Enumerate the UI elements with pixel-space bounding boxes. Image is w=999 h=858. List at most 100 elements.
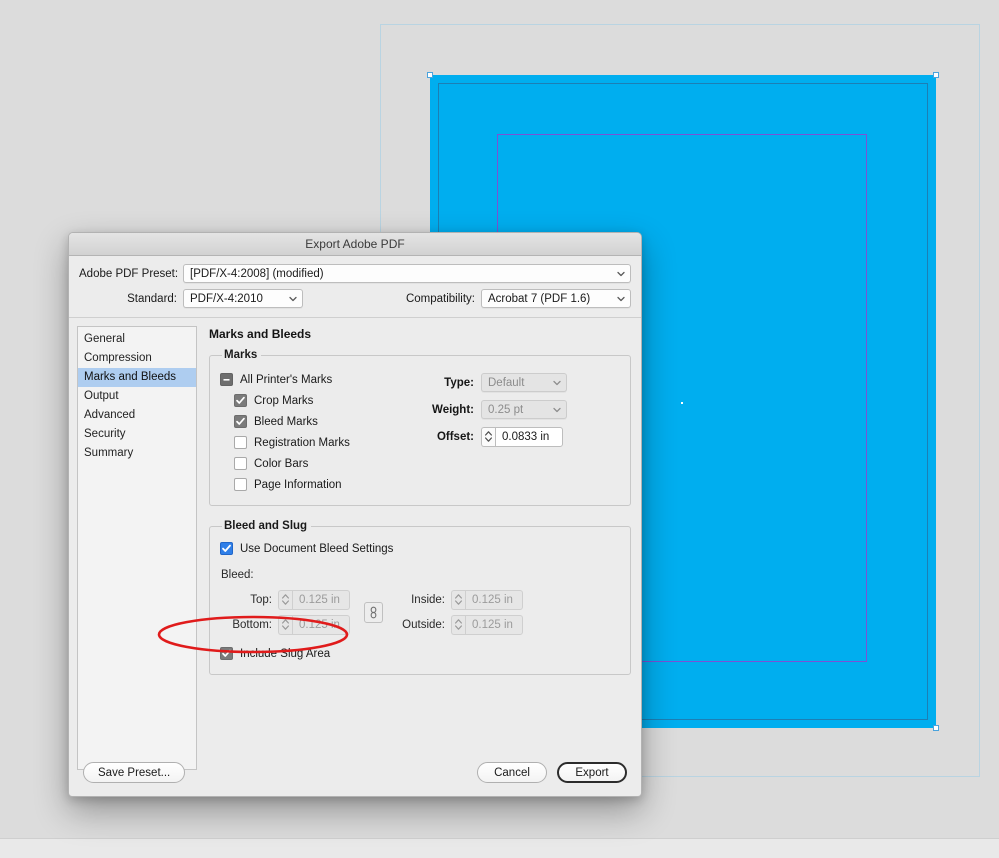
type-label: Type: bbox=[420, 377, 474, 389]
selection-handle-bottom-right[interactable] bbox=[933, 725, 939, 731]
checkbox-checked-icon[interactable] bbox=[234, 394, 247, 407]
panel-title: Marks and Bleeds bbox=[209, 327, 631, 341]
checkbox-label-registration-marks: Registration Marks bbox=[254, 437, 350, 449]
bleed-and-slug-group: Bleed and Slug Use Document Bleed Settin… bbox=[209, 520, 631, 675]
bleed-bottom-field[interactable]: 0.125 in bbox=[278, 615, 350, 635]
weight-row: Weight: 0.25 pt bbox=[420, 396, 620, 423]
footer-button-group: Cancel Export bbox=[477, 762, 627, 783]
stepper-arrows-icon[interactable] bbox=[451, 590, 465, 610]
marks-type-select[interactable]: Default bbox=[481, 373, 567, 392]
marks-offset-field[interactable]: 0.0833 in bbox=[481, 427, 563, 447]
bleed-outside-field[interactable]: 0.125 in bbox=[451, 615, 523, 635]
checkbox-label-use-document-bleed-settings: Use Document Bleed Settings bbox=[240, 543, 393, 555]
dialog-body: General Compression Marks and Bleeds Out… bbox=[69, 318, 641, 770]
bleed-and-slug-legend: Bleed and Slug bbox=[222, 520, 311, 532]
checkbox-checked-icon[interactable] bbox=[220, 647, 233, 660]
bleed-bottom-label: Bottom: bbox=[220, 619, 272, 631]
stepper-arrows-icon[interactable] bbox=[278, 590, 292, 610]
checkbox-row-page-information[interactable]: Page Information bbox=[220, 474, 420, 495]
marks-group: Marks All Printer's Marks bbox=[209, 349, 631, 506]
checkbox-row-bleed-marks[interactable]: Bleed Marks bbox=[220, 411, 420, 432]
bleed-top-input[interactable]: 0.125 in bbox=[292, 590, 350, 610]
bleed-inside-label: Inside: bbox=[389, 594, 445, 606]
bleed-top-row: Top: 0.125 in bbox=[220, 587, 350, 612]
sidebar-item-compression[interactable]: Compression bbox=[78, 349, 196, 368]
checkbox-mixed-icon[interactable] bbox=[220, 373, 233, 386]
preset-label: Adobe PDF Preset: bbox=[79, 268, 177, 280]
checkbox-unchecked-icon[interactable] bbox=[234, 436, 247, 449]
stepper-arrows-icon[interactable] bbox=[451, 615, 465, 635]
sidebar-item-summary[interactable]: Summary bbox=[78, 444, 196, 463]
weight-label: Weight: bbox=[420, 404, 474, 416]
marks-weight-value: 0.25 pt bbox=[488, 404, 523, 416]
application-status-bar bbox=[0, 838, 999, 858]
checkbox-row-registration-marks[interactable]: Registration Marks bbox=[220, 432, 420, 453]
checkbox-label-bleed-marks: Bleed Marks bbox=[254, 416, 318, 428]
checkbox-checked-icon[interactable] bbox=[220, 542, 233, 555]
sidebar-item-advanced[interactable]: Advanced bbox=[78, 406, 196, 425]
bleed-section-label: Bleed: bbox=[221, 569, 620, 581]
chevron-down-icon bbox=[552, 405, 561, 414]
checkbox-row-use-document-bleed-settings[interactable]: Use Document Bleed Settings bbox=[220, 538, 620, 559]
checkbox-unchecked-icon[interactable] bbox=[234, 478, 247, 491]
settings-panel: Marks and Bleeds Marks All Printer's Mar… bbox=[197, 326, 631, 770]
bleed-inside-field[interactable]: 0.125 in bbox=[451, 590, 523, 610]
checkbox-label-page-information: Page Information bbox=[254, 479, 342, 491]
selection-handle-top-right[interactable] bbox=[933, 72, 939, 78]
dialog-title: Export Adobe PDF bbox=[305, 237, 404, 251]
chevron-down-icon bbox=[288, 294, 297, 303]
stepper-arrows-icon[interactable] bbox=[278, 615, 292, 635]
checkbox-row-crop-marks[interactable]: Crop Marks bbox=[220, 390, 420, 411]
standard-label: Standard: bbox=[79, 293, 177, 305]
checkbox-label-color-bars: Color Bars bbox=[254, 458, 308, 470]
compatibility-label: Compatibility: bbox=[406, 293, 475, 305]
bleed-top-field[interactable]: 0.125 in bbox=[278, 590, 350, 610]
dialog-title-bar[interactable]: Export Adobe PDF bbox=[69, 233, 641, 256]
export-button[interactable]: Export bbox=[557, 762, 627, 783]
checkbox-row-color-bars[interactable]: Color Bars bbox=[220, 453, 420, 474]
offset-label: Offset: bbox=[420, 431, 474, 443]
preset-section: Adobe PDF Preset: [PDF/X-4:2008] (modifi… bbox=[69, 256, 641, 318]
settings-category-list[interactable]: General Compression Marks and Bleeds Out… bbox=[77, 326, 197, 770]
offset-row: Offset: 0.0833 in bbox=[420, 423, 620, 450]
stepper-arrows-icon[interactable] bbox=[481, 427, 495, 447]
bleed-values-grid: Top: 0.125 in bbox=[220, 587, 620, 637]
bleed-outside-input[interactable]: 0.125 in bbox=[465, 615, 523, 635]
bleed-inside-row: Inside: 0.125 in bbox=[389, 587, 523, 612]
cancel-button[interactable]: Cancel bbox=[477, 762, 547, 783]
bleed-column-top-bottom: Top: 0.125 in bbox=[220, 587, 350, 637]
export-adobe-pdf-dialog: Export Adobe PDF Adobe PDF Preset: [PDF/… bbox=[68, 232, 642, 797]
sidebar-item-marks-and-bleeds[interactable]: Marks and Bleeds bbox=[78, 368, 196, 387]
sidebar-item-general[interactable]: General bbox=[78, 330, 196, 349]
sidebar-item-output[interactable]: Output bbox=[78, 387, 196, 406]
adobe-pdf-preset-value: [PDF/X-4:2008] (modified) bbox=[190, 268, 324, 280]
checkbox-checked-icon[interactable] bbox=[234, 415, 247, 428]
bleed-bottom-input[interactable]: 0.125 in bbox=[292, 615, 350, 635]
sidebar-item-security[interactable]: Security bbox=[78, 425, 196, 444]
checkbox-row-all-printers-marks[interactable]: All Printer's Marks bbox=[220, 369, 420, 390]
checkbox-label-all-printers-marks: All Printer's Marks bbox=[240, 374, 332, 386]
checkbox-label-crop-marks: Crop Marks bbox=[254, 395, 313, 407]
link-icon[interactable] bbox=[364, 602, 383, 623]
selection-handle-top-left[interactable] bbox=[427, 72, 433, 78]
standard-value: PDF/X-4:2010 bbox=[190, 293, 263, 305]
bleed-inside-input[interactable]: 0.125 in bbox=[465, 590, 523, 610]
checkbox-label-include-slug-area: Include Slug Area bbox=[240, 648, 330, 660]
type-row: Type: Default bbox=[420, 369, 620, 396]
dialog-footer: Save Preset... Cancel Export bbox=[69, 749, 641, 796]
marks-type-value: Default bbox=[488, 377, 524, 389]
bleed-outside-row: Outside: 0.125 in bbox=[389, 612, 523, 637]
checkbox-unchecked-icon[interactable] bbox=[234, 457, 247, 470]
bleed-top-label: Top: bbox=[220, 594, 272, 606]
standard-select[interactable]: PDF/X-4:2010 bbox=[183, 289, 303, 308]
object-center-point bbox=[681, 402, 683, 404]
marks-offset-input[interactable]: 0.0833 in bbox=[495, 427, 563, 447]
standard-compatibility-row: Standard: PDF/X-4:2010 Compatibility: Ac… bbox=[79, 289, 631, 308]
chevron-down-icon bbox=[552, 378, 561, 387]
save-preset-button[interactable]: Save Preset... bbox=[83, 762, 185, 783]
compatibility-select[interactable]: Acrobat 7 (PDF 1.6) bbox=[481, 289, 631, 308]
marks-weight-select[interactable]: 0.25 pt bbox=[481, 400, 567, 419]
bleed-column-inside-outside: Inside: 0.125 in bbox=[389, 587, 523, 637]
adobe-pdf-preset-select[interactable]: [PDF/X-4:2008] (modified) bbox=[183, 264, 631, 283]
checkbox-row-include-slug-area[interactable]: Include Slug Area bbox=[220, 643, 620, 664]
